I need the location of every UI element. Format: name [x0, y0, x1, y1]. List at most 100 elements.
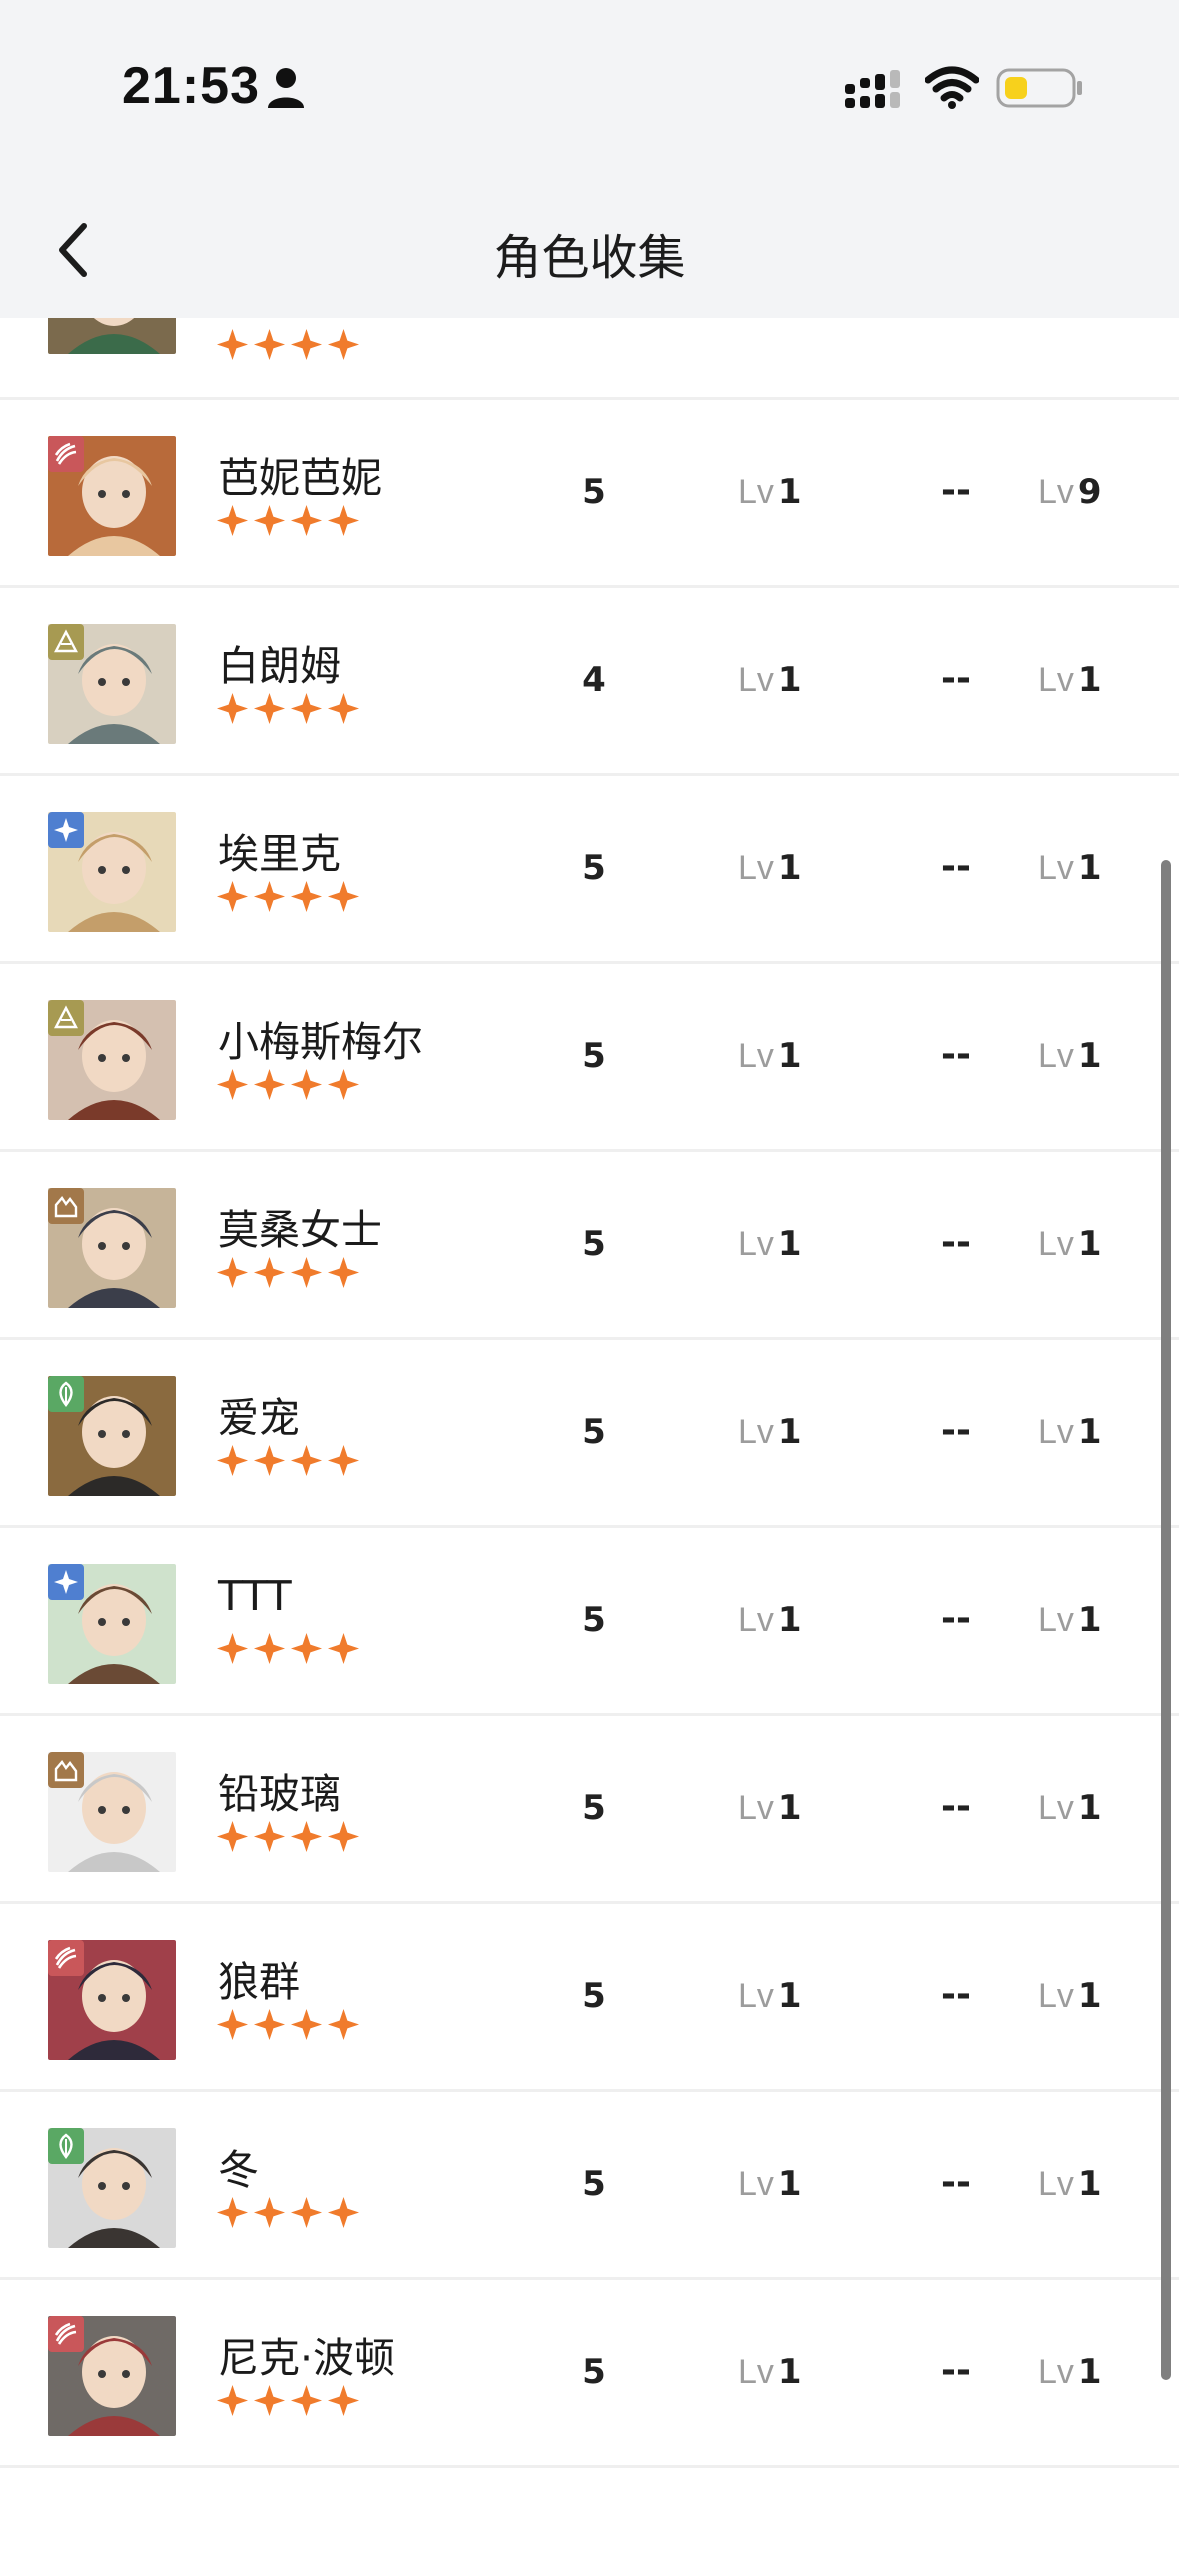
lv-prefix: Lv [738, 1037, 774, 1075]
character-row[interactable]: 莫桑女士 5 Lv 1 -- Lv 1 [0, 1152, 1179, 1340]
character-level: Lv 1 [738, 1788, 802, 1828]
character-row[interactable]: 尼克·波顿 5 Lv 1 -- Lv 1 [0, 2280, 1179, 2468]
star-rating [216, 692, 360, 730]
level-value: 1 [777, 848, 802, 888]
star-icon [327, 504, 360, 537]
header: 21:53 角色收集 [0, 0, 1179, 318]
character-portrait[interactable] [48, 1564, 176, 1684]
class-badge-icon [48, 1188, 84, 1224]
character-count: 5 [582, 1788, 606, 1828]
character-row[interactable]: 铅玻璃 5 Lv 1 -- Lv 1 [0, 1716, 1179, 1904]
character-portrait[interactable] [48, 812, 176, 932]
character-name: 白朗姆 [218, 642, 341, 690]
character-count: 5 [582, 472, 606, 512]
skill-level: Lv 1 [1038, 1600, 1102, 1640]
star-icon [290, 2008, 323, 2041]
lv-prefix: Lv [1038, 1601, 1074, 1639]
character-count: 5 [582, 1600, 606, 1640]
character-level: Lv 1 [738, 1976, 802, 2016]
star-icon [327, 1068, 360, 1101]
character-portrait[interactable] [48, 2128, 176, 2248]
star-icon [216, 1632, 249, 1665]
character-name: 莫桑女士 [218, 1206, 382, 1254]
character-row[interactable]: 狼群 5 Lv 1 -- Lv 1 [0, 1904, 1179, 2092]
character-row[interactable]: 小梅斯梅尔 5 Lv 1 -- Lv 1 [0, 964, 1179, 1152]
empty-value: -- [941, 1410, 971, 1451]
lv-prefix: Lv [738, 1225, 774, 1263]
star-icon [327, 2384, 360, 2417]
star-rating [216, 1256, 360, 1294]
empty-value: -- [941, 1786, 971, 1827]
level-value: 9 [1077, 472, 1102, 512]
class-badge-icon [48, 1376, 84, 1412]
level-value: 1 [1077, 1976, 1102, 2016]
empty-value: -- [941, 1222, 971, 1263]
empty-value: -- [941, 2162, 971, 2203]
star-icon [327, 2008, 360, 2041]
star-icon [216, 1444, 249, 1477]
star-rating [216, 2384, 360, 2422]
level-value: 1 [1077, 848, 1102, 888]
star-icon [290, 2384, 323, 2417]
level-value: 1 [777, 472, 802, 512]
lv-prefix: Lv [738, 1977, 774, 2015]
character-level: Lv 1 [738, 1412, 802, 1452]
lv-prefix: Lv [738, 1413, 774, 1451]
character-portrait[interactable] [48, 436, 176, 556]
character-name: 铅玻璃 [218, 1770, 341, 1818]
star-rating [216, 1632, 360, 1670]
character-count: 5 [582, 1036, 606, 1076]
empty-value: -- [941, 2350, 971, 2391]
empty-value: -- [941, 1974, 971, 2015]
character-row[interactable]: 白朗姆 4 Lv 1 -- Lv 1 [0, 588, 1179, 776]
skill-level: Lv 9 [1038, 472, 1102, 512]
class-badge-icon [48, 1752, 84, 1788]
star-icon [253, 1444, 286, 1477]
level-value: 1 [777, 1224, 802, 1264]
star-icon [290, 1820, 323, 1853]
character-name: TTT [218, 1572, 292, 1620]
star-icon [253, 2008, 286, 2041]
star-rating [216, 1444, 360, 1482]
lv-prefix: Lv [1038, 473, 1074, 511]
character-count: 4 [582, 660, 606, 700]
empty-value: -- [941, 470, 971, 511]
character-count: 5 [582, 2164, 606, 2204]
star-icon [253, 880, 286, 913]
character-level: Lv 1 [738, 848, 802, 888]
star-icon [290, 1068, 323, 1101]
character-portrait[interactable] [48, 624, 176, 744]
star-icon [216, 2384, 249, 2417]
level-value: 1 [777, 1600, 802, 1640]
lv-prefix: Lv [738, 1789, 774, 1827]
character-portrait[interactable] [48, 1752, 176, 1872]
lv-prefix: Lv [1038, 1977, 1074, 2015]
character-row[interactable]: 爱宠 5 Lv 1 -- Lv 1 [0, 1340, 1179, 1528]
character-row[interactable]: 芭妮芭妮 5 Lv 1 -- Lv 9 [0, 400, 1179, 588]
level-value: 1 [1077, 1600, 1102, 1640]
star-icon [327, 880, 360, 913]
character-portrait[interactable] [48, 1188, 176, 1308]
star-icon [253, 328, 286, 361]
character-row[interactable]: TTT 5 Lv 1 -- Lv 1 [0, 1528, 1179, 1716]
lv-prefix: Lv [738, 661, 774, 699]
star-icon [216, 880, 249, 913]
star-icon [290, 692, 323, 725]
skill-level: Lv 1 [1038, 2164, 1102, 2204]
character-portrait[interactable] [48, 1376, 176, 1496]
scrollbar[interactable] [1161, 860, 1171, 2380]
character-portrait[interactable] [48, 1000, 176, 1120]
class-badge-icon [48, 2128, 84, 2164]
character-level: Lv 1 [738, 660, 802, 700]
character-portrait[interactable] [48, 2316, 176, 2436]
character-row[interactable]: 冬 5 Lv 1 -- Lv 1 [0, 2092, 1179, 2280]
page-title: 角色收集 [493, 230, 686, 286]
star-rating [216, 1820, 360, 1858]
character-level: Lv 1 [738, 472, 802, 512]
empty-value: -- [941, 1598, 971, 1639]
star-icon [253, 1632, 286, 1665]
character-portrait[interactable] [48, 1940, 176, 2060]
character-row[interactable]: 埃里克 5 Lv 1 -- Lv 1 [0, 776, 1179, 964]
class-badge-icon [48, 1564, 84, 1600]
class-badge-icon [48, 2316, 84, 2352]
